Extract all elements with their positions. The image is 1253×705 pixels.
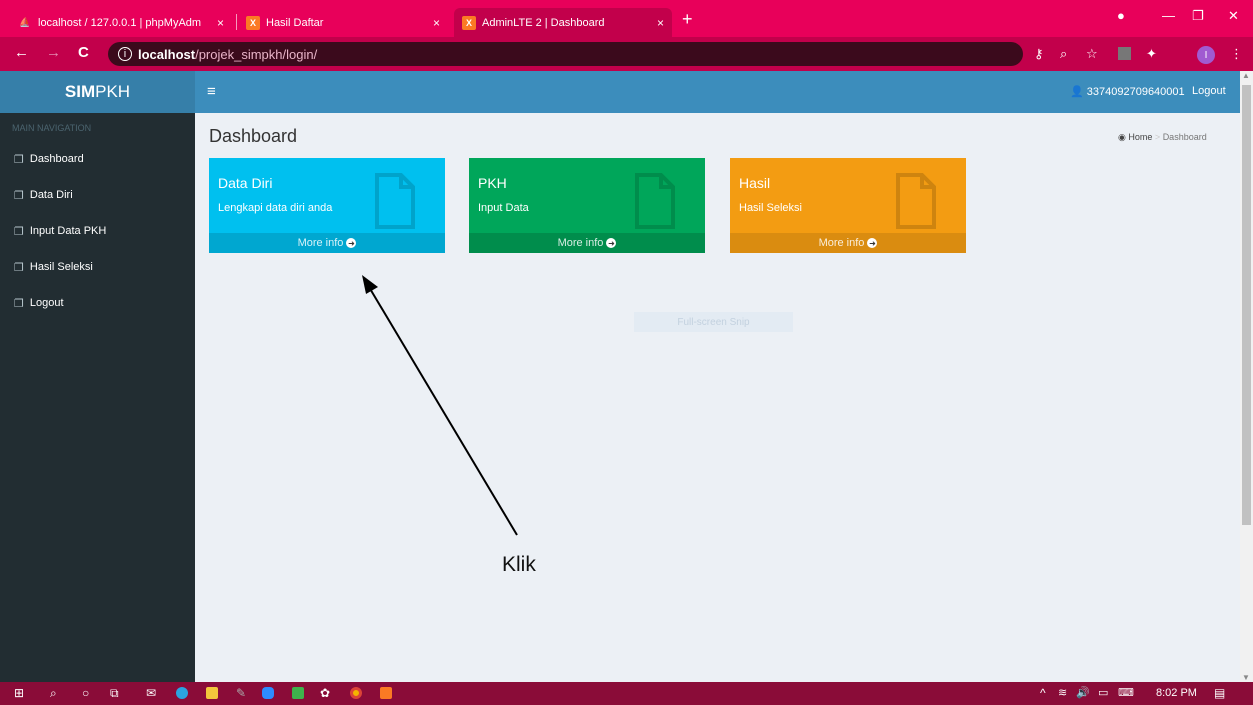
edge-icon[interactable] xyxy=(176,687,188,699)
sidebar-item-dashboard[interactable]: ❐ Dashboard xyxy=(0,141,195,177)
user-menu[interactable]: 👤 3374092709640001 xyxy=(1070,85,1185,98)
close-tab-icon[interactable]: × xyxy=(433,16,440,30)
menu-toggle-icon[interactable]: ≡ xyxy=(207,83,216,100)
app-logo[interactable]: SIM PKH xyxy=(0,71,195,113)
mail-icon[interactable]: ✉ xyxy=(146,686,156,700)
close-window-icon[interactable]: ✕ xyxy=(1228,8,1239,24)
battery-icon[interactable]: ▭ xyxy=(1098,686,1108,700)
tab-label: AdminLTE 2 | Dashboard xyxy=(482,16,605,29)
tab-phpmyadmin[interactable]: ⛵ localhost / 127.0.0.1 | phpMyAdm × xyxy=(10,8,232,37)
more-menu-icon[interactable]: ⋮ xyxy=(1230,46,1243,62)
sidebar: MAIN NAVIGATION ❐ Dashboard ❐ Data Diri … xyxy=(0,113,195,682)
browser-address-bar: ← → C i localhost /projek_simpkh/login/ … xyxy=(0,37,1253,71)
content-wrapper: Dashboard ◉ Home > Dashboard Data Diri L… xyxy=(195,113,1240,682)
chrome-icon[interactable] xyxy=(350,687,362,699)
sublime-icon[interactable] xyxy=(292,687,304,699)
file-explorer-icon[interactable] xyxy=(206,687,218,699)
user-id: 3374092709640001 xyxy=(1086,86,1185,98)
profile-avatar[interactable]: I xyxy=(1197,46,1215,64)
copy-icon: ❐ xyxy=(14,261,24,274)
paint-icon[interactable]: ✿ xyxy=(320,686,330,700)
tab-adminlte-dashboard[interactable]: X AdminLTE 2 | Dashboard × xyxy=(454,8,672,37)
cortana-icon[interactable]: ○ xyxy=(82,686,89,700)
notification-icon[interactable]: ▤ xyxy=(1214,686,1225,700)
url-input[interactable]: i localhost /projek_simpkh/login/ xyxy=(108,42,1023,66)
sidebar-item-label: Logout xyxy=(29,297,64,309)
sidebar-item-label: Input Data PKH xyxy=(29,225,107,237)
windows-taskbar: ⊞ ⌕ ○ ⧉ ✉ ✎ ✿ ^ ≋ 🔊 ▭ ⌨ 8:02 PM ▤ xyxy=(0,682,1253,705)
key-icon[interactable]: ⚷ xyxy=(1034,46,1044,62)
minimize-icon[interactable]: — xyxy=(1162,8,1175,23)
copy-icon: ❐ xyxy=(14,297,24,310)
sidebar-item-logout[interactable]: ❐ Logout xyxy=(0,285,195,321)
url-host: localhost xyxy=(138,46,196,62)
volume-icon[interactable]: 🔊 xyxy=(1076,686,1090,700)
bookmark-star-icon[interactable]: ☆ xyxy=(1086,46,1098,62)
reload-icon[interactable]: C xyxy=(78,45,89,61)
sidebar-header: MAIN NAVIGATION xyxy=(12,123,92,133)
page-scrollbar[interactable]: ▲ ▼ xyxy=(1240,71,1253,682)
search-icon[interactable]: ⌕ xyxy=(50,686,57,700)
zoom-app-icon[interactable] xyxy=(262,687,274,699)
wifi-icon[interactable]: ≋ xyxy=(1058,686,1067,700)
xampp-icon: X xyxy=(246,15,260,30)
show-hidden-icons[interactable]: ^ xyxy=(1040,686,1046,700)
extension-icon[interactable] xyxy=(1118,47,1131,60)
logo-rest: PKH xyxy=(95,82,131,101)
zoom-icon[interactable]: ⌕ xyxy=(1060,46,1067,62)
back-icon[interactable]: ← xyxy=(14,45,29,61)
maximize-icon[interactable]: ❐ xyxy=(1192,8,1204,24)
sidebar-item-label: Dashboard xyxy=(29,153,84,165)
phpmyadmin-icon: ⛵ xyxy=(19,17,31,27)
tab-separator xyxy=(236,14,237,30)
tab-hasil-daftar[interactable]: X Hasil Daftar × xyxy=(238,8,448,37)
logo-bold: SIM xyxy=(64,82,96,101)
tab-label: localhost / 127.0.0.1 | phpMyAdm xyxy=(38,16,202,29)
url-path: /projek_simpkh/login/ xyxy=(195,46,318,62)
new-tab-button[interactable]: + xyxy=(682,10,693,28)
annotation-arrow xyxy=(362,275,518,536)
copy-icon: ❐ xyxy=(14,153,24,166)
sidebar-item-data-diri[interactable]: ❐ Data Diri xyxy=(0,177,195,213)
puzzle-icon[interactable]: ✦ xyxy=(1146,46,1157,62)
sidebar-item-label: Hasil Seleksi xyxy=(29,261,93,273)
logout-link[interactable]: Logout xyxy=(1192,85,1226,97)
close-tab-icon[interactable]: × xyxy=(217,16,224,30)
xampp-taskbar-icon[interactable] xyxy=(380,687,392,699)
copy-icon: ❐ xyxy=(14,225,24,238)
browser-tab-strip: ⛵ localhost / 127.0.0.1 | phpMyAdm × X H… xyxy=(0,0,1253,37)
sidebar-item-input-data-pkh[interactable]: ❐ Input Data PKH xyxy=(0,213,195,249)
top-navbar: ≡ 👤 3374092709640001 Logout xyxy=(195,71,1240,113)
browser-menu-dot-icon[interactable]: ● xyxy=(1117,8,1125,23)
copy-icon: ❐ xyxy=(14,189,24,202)
forward-icon[interactable]: → xyxy=(46,45,61,61)
clock[interactable]: 8:02 PM xyxy=(1156,687,1197,699)
sidebar-item-hasil-seleksi[interactable]: ❐ Hasil Seleksi xyxy=(0,249,195,285)
scroll-up-icon[interactable]: ▲ xyxy=(1242,71,1250,80)
tab-label: Hasil Daftar xyxy=(266,16,324,29)
app-icon[interactable]: ✎ xyxy=(236,686,246,700)
scroll-down-icon[interactable]: ▼ xyxy=(1242,673,1250,682)
sidebar-item-label: Data Diri xyxy=(29,189,73,201)
task-view-icon[interactable]: ⧉ xyxy=(110,686,119,700)
scrollbar-thumb[interactable] xyxy=(1242,85,1251,525)
close-tab-icon[interactable]: × xyxy=(657,16,664,30)
user-icon: 👤 xyxy=(1070,86,1084,98)
xampp-icon: X xyxy=(462,15,476,30)
keyboard-icon[interactable]: ⌨ xyxy=(1118,686,1134,700)
info-icon[interactable]: i xyxy=(118,47,132,61)
annotation-label: Klik xyxy=(502,553,536,576)
windows-start-icon[interactable]: ⊞ xyxy=(14,686,24,700)
